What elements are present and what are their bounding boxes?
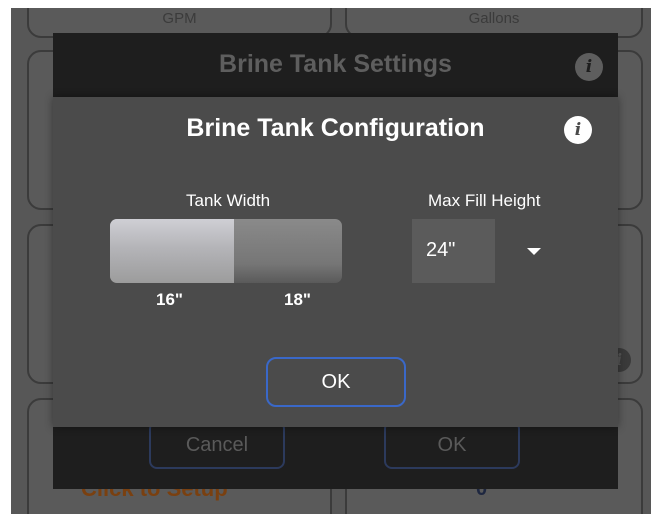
triangle-down-icon[interactable] xyxy=(527,248,541,255)
tank-width-label: Tank Width xyxy=(186,191,271,210)
ok-button[interactable]: OK xyxy=(266,357,406,407)
tank-width-option-18-label: 18" xyxy=(284,290,311,309)
gpm-label: GPM xyxy=(162,10,197,27)
dialog-title: Brine Tank Configuration xyxy=(186,114,485,142)
info-icon[interactable]: i xyxy=(564,116,592,144)
ok-button[interactable]: OK xyxy=(384,421,520,469)
gallons-label: Gallons xyxy=(468,10,520,27)
max-fill-height-value: 24" xyxy=(426,239,456,261)
tank-width-toggle[interactable] xyxy=(110,219,342,283)
dialog-title: Brine Tank Settings xyxy=(219,50,452,78)
tank-width-option-16-selected[interactable] xyxy=(110,219,234,283)
tank-width-option-16-label: 16" xyxy=(156,290,183,309)
info-icon[interactable]: i xyxy=(575,53,603,81)
cancel-button[interactable]: Cancel xyxy=(149,421,285,469)
brine-tank-configuration-dialog: Brine Tank Configuration i Tank Width 16… xyxy=(53,97,618,427)
max-fill-height-label: Max Fill Height xyxy=(428,191,541,210)
max-fill-height-select[interactable]: 24" xyxy=(412,219,495,283)
app-screen: GPM Gallons i Click to Setup 0 Brine Tan… xyxy=(11,8,651,514)
